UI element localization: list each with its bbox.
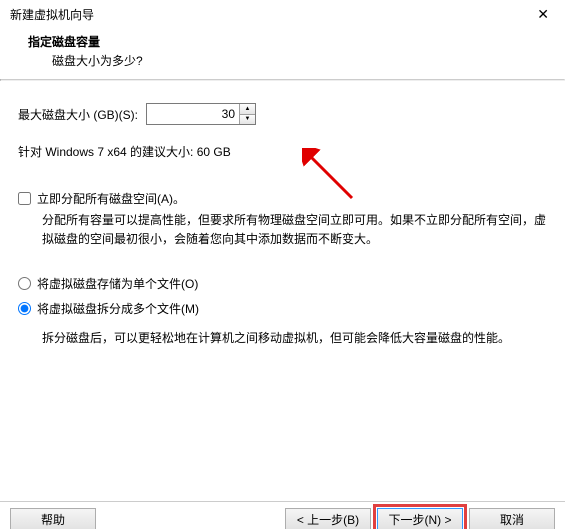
next-button[interactable]: 下一步(N) > (377, 508, 463, 529)
disk-size-label: 最大磁盘大小 (GB)(S): (18, 106, 138, 123)
page-subtitle: 磁盘大小为多少? (28, 52, 555, 69)
cancel-button[interactable]: 取消 (469, 508, 555, 529)
page-title: 指定磁盘容量 (28, 33, 555, 50)
back-button[interactable]: < 上一步(B) (285, 508, 371, 529)
store-split-label: 将虚拟磁盘拆分成多个文件(M) (37, 300, 199, 317)
window-title: 新建虚拟机向导 (10, 6, 94, 23)
spinner-down-icon[interactable]: ▼ (240, 115, 255, 125)
allocate-now-checkbox[interactable] (18, 192, 31, 205)
disk-size-input[interactable] (147, 104, 239, 124)
store-single-label: 将虚拟磁盘存储为单个文件(O) (37, 275, 198, 292)
close-icon[interactable]: ✕ (533, 6, 553, 23)
allocate-now-label: 立即分配所有磁盘空间(A)。 (37, 190, 185, 207)
store-split-desc: 拆分磁盘后，可以更轻松地在计算机之间移动虚拟机，但可能会降低大容量磁盘的性能。 (18, 325, 547, 348)
store-single-radio[interactable] (18, 277, 31, 290)
allocate-now-desc: 分配所有容量可以提高性能，但要求所有物理磁盘空间立即可用。如果不立即分配所有空间… (18, 207, 547, 249)
store-split-radio[interactable] (18, 302, 31, 315)
spinner-up-icon[interactable]: ▲ (240, 104, 255, 115)
recommended-size-text: 针对 Windows 7 x64 的建议大小: 60 GB (18, 143, 547, 160)
help-button[interactable]: 帮助 (10, 508, 96, 529)
disk-size-spinner[interactable]: ▲ ▼ (146, 103, 256, 125)
